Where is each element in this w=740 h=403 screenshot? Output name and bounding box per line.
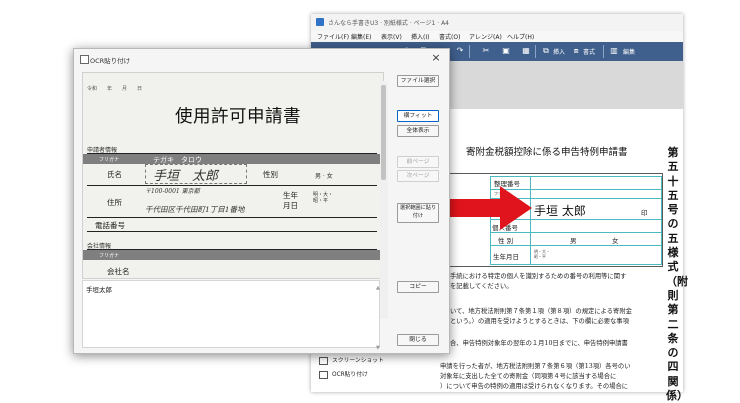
image-scrollbar[interactable]	[380, 81, 388, 319]
ocr-result-textarea[interactable]: 手垣太郎	[82, 280, 380, 348]
scan-postal-hand: 〒100-0001 東京都	[145, 188, 200, 195]
toolbar-format-label[interactable]: 書式	[583, 47, 595, 56]
scan-name-label: 氏名	[107, 170, 122, 179]
ocr-dialog: OCR貼り付け × 令和 年 月 日 使用許可申請書 申請者情報 フリガナ テガ…	[73, 48, 450, 354]
body-line: という。）の適用を受けようとするときは、下の欄に必要な事項	[450, 318, 629, 325]
scan-line	[87, 185, 377, 186]
scan-line	[87, 231, 377, 232]
menu-format[interactable]: 書式(O)	[439, 32, 460, 41]
menu-help[interactable]: ヘルプ(H)	[507, 32, 534, 41]
body-line: 手続における特定の個人を識別するための番号の利用等に関す	[450, 273, 627, 280]
side-panel: スクリーンショット OCR貼り付け	[313, 348, 433, 391]
toolbar-separator	[535, 45, 536, 58]
editor-titlebar: さんなら手書きU3 · 別紙様式 · ページ1 · A4	[311, 14, 683, 31]
document-title: 寄附金税額控除に係る申告特例申請書	[466, 147, 628, 158]
body-line: ）について申告の特例の適用は受けられなくなります。その場合に	[440, 383, 629, 390]
body-line: 合、申告特例対象年の翌年の１月10日までに、申告特例申請書	[450, 340, 628, 347]
screenshot-item[interactable]: スクリーンショット	[319, 355, 384, 365]
scan-address-label: 住所	[107, 198, 122, 207]
edit-icon[interactable]: ▥	[609, 46, 619, 56]
scan-birth-label: 生年月日	[283, 191, 298, 210]
body-line: 申請を行った者が、地方税法附則第７条第６項（第13項）各号のい	[440, 363, 631, 370]
cut-icon[interactable]: ✂	[481, 46, 491, 56]
arrow-shape	[438, 186, 532, 230]
show-all-button[interactable]: 全体表示	[397, 125, 439, 137]
document-icon[interactable]: ▦	[521, 46, 531, 56]
body-line: いて、地方税法附則第７条第１項（第８項）の規定による寄附金	[450, 308, 632, 315]
scan-address-hand: 千代田区千代田町1丁目1番地	[145, 205, 245, 214]
editor-menubar: ファイル(F) 編集(E) 表示(V) 挿入(I) 書式(O) アレンジ(A) …	[311, 31, 683, 42]
form-cell	[530, 176, 662, 190]
close-button[interactable]: 閉じる	[397, 334, 439, 346]
scan-gender-label: 性別	[263, 170, 278, 179]
scanned-image: 令和 年 月 日 使用許可申請書 申請者情報 フリガナ テガキ タロウ 氏名 手…	[82, 72, 384, 279]
scan-furigana-bar: フリガナ テガキ タロウ	[83, 154, 383, 164]
scan-gender-options: 男 · 女	[315, 173, 333, 180]
menu-arrange[interactable]: アレンジ(A)	[469, 32, 502, 41]
screenshot-label: スクリーンショット	[332, 358, 384, 364]
scan-phone-label: 電話番号	[95, 221, 125, 230]
scan-title: 使用許可申請書	[175, 107, 301, 127]
menu-edit[interactable]: 編集(E)	[351, 32, 371, 41]
dialog-title: OCR貼り付け	[90, 57, 131, 65]
seinengappi-label: 生年月日	[493, 253, 519, 261]
form-cell	[530, 232, 662, 246]
format-icon[interactable]: ⧈	[571, 46, 581, 56]
body-line: を記載してください。	[450, 283, 513, 290]
clipboard-icon[interactable]: ▣	[501, 46, 511, 56]
ocr-paste-label: OCR貼り付け	[332, 372, 368, 378]
close-icon[interactable]: ×	[429, 51, 443, 65]
ocr-paste-item[interactable]: OCR貼り付け	[319, 369, 368, 379]
scan-company-label: 会社名	[107, 267, 130, 276]
scan-furigana2-label: フリガナ	[99, 253, 120, 259]
menu-insert[interactable]: 挿入(I)	[411, 32, 429, 41]
next-page-button[interactable]: 次ページ	[397, 170, 439, 182]
app-icon	[316, 18, 324, 26]
scan-furigana-label: フリガナ	[99, 157, 120, 163]
toolbar-edit-label[interactable]: 編集	[623, 47, 635, 56]
menu-view[interactable]: 表示(V)	[381, 32, 402, 41]
scan-date-row: 令和 年 月 日	[87, 86, 143, 92]
gender-female: 女	[612, 237, 619, 245]
screenshot-icon	[319, 356, 328, 365]
body-line: 対象年に支出した全ての寄附金（同項第４号に該当する場合に	[440, 373, 617, 380]
editor-title: さんなら手書きU3 · 別紙様式 · ページ1 · A4	[328, 20, 449, 27]
copy-button[interactable]: コピー	[397, 281, 439, 293]
toolbar-separator	[603, 45, 604, 58]
prev-page-button[interactable]: 前ページ	[397, 156, 439, 168]
toolbar-insert-label[interactable]: 挿入	[553, 47, 565, 56]
menu-file[interactable]: ファイル(F)	[317, 32, 349, 41]
pasted-name: 手垣 太郎	[534, 204, 586, 218]
scan-line	[87, 217, 377, 218]
scan-name-hand: 手垣 太郎	[153, 169, 219, 184]
scrollbar-thumb[interactable]	[381, 85, 386, 180]
paste-to-selection-button[interactable]: 選択範囲に貼り付け	[397, 203, 439, 223]
scan-furigana-bar-2: フリガナ	[83, 250, 383, 260]
ocr-icon	[319, 370, 328, 379]
seibetsu-label: 性 別	[498, 237, 514, 245]
insert-icon[interactable]: ⧉	[541, 46, 551, 56]
seal-label: 印	[641, 209, 648, 217]
redo-icon[interactable]: ↷	[455, 46, 465, 56]
ocr-result-text: 手垣太郎	[86, 286, 112, 294]
vertical-form-number: 第五十五号の五様式（附則第二条の四関係）	[666, 146, 688, 403]
scan-era-options: 明・大・昭・平	[313, 192, 334, 204]
file-select-button[interactable]: ファイル選択	[397, 75, 439, 87]
form-cell	[530, 219, 662, 233]
dialog-app-icon	[80, 55, 89, 64]
gender-male: 男	[570, 237, 577, 245]
textarea-scroll-arrows[interactable]: ▲ ▼	[376, 285, 382, 351]
era-options: 明・大・昭・平	[534, 249, 550, 259]
toolbar-separator	[469, 45, 470, 58]
red-arrow-icon	[438, 186, 532, 230]
fit-width-button[interactable]: 横フィット	[397, 110, 439, 122]
